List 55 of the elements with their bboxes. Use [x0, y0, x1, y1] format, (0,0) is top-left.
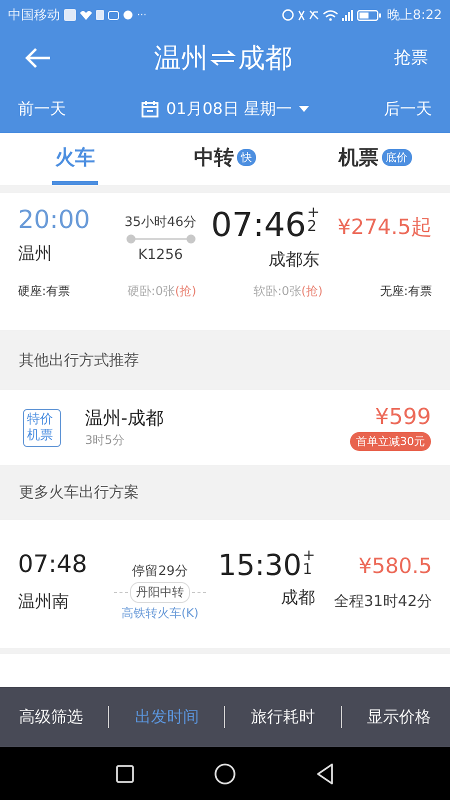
transfer-station-badge: 丹阳中转	[130, 582, 190, 603]
tab[interactable]: 机票 底价	[336, 133, 414, 185]
seat-availability: 软卧:0张(抢)	[254, 283, 323, 300]
app-notification-icon	[96, 10, 104, 20]
route-line-icon	[126, 234, 196, 244]
seat-availability: 无座:有票	[380, 283, 432, 300]
dropdown-icon[interactable]	[298, 106, 309, 112]
seat-availability: 硬座:有票	[18, 283, 70, 300]
flight-duration: 3时5分	[85, 432, 126, 449]
ticket-price: ¥580.5	[358, 554, 432, 578]
arrival-station: 成都	[281, 587, 316, 609]
promo-badge: 首单立减30元	[350, 432, 431, 450]
trip-duration: 35小时46分	[124, 214, 197, 231]
alarm-icon	[282, 9, 294, 21]
flight-route: 温州-成都	[85, 407, 164, 430]
tab[interactable]: 中转 快	[191, 133, 259, 185]
swap-icon[interactable]	[210, 50, 236, 66]
arrival-time: 07:46	[211, 205, 306, 244]
carrier-name: 中国移动	[8, 7, 60, 24]
battery-icon	[356, 10, 381, 20]
section-heading: 更多火车出行方案	[19, 483, 139, 502]
home-icon[interactable]	[214, 762, 236, 784]
special-fare-badge: 特价机票	[23, 408, 61, 446]
transfer-mode: 高铁转火车(K)	[121, 605, 199, 622]
destination-city: 成都	[238, 42, 292, 76]
sort-option[interactable]: 高级筛选	[18, 706, 83, 728]
day-offset: + 1	[302, 548, 316, 576]
departure-time: 20:00	[18, 205, 92, 234]
origin-city: 温州	[154, 42, 208, 76]
sort-option[interactable]: 旅行耗时	[251, 706, 316, 728]
wifi-icon	[322, 10, 338, 20]
signal-icon	[342, 10, 353, 20]
arrival-station: 成都东	[268, 249, 320, 271]
section-heading: 其他出行方式推荐	[19, 350, 139, 370]
departure-station: 温州	[18, 243, 53, 265]
seat-availability: 硬卧:0张(抢)	[127, 283, 196, 300]
total-duration: 全程31时42分	[334, 592, 432, 611]
heart-icon	[80, 10, 92, 20]
status-time: 晚上8:22	[386, 7, 442, 24]
more-notifications: ···	[137, 10, 147, 20]
day-offset: + 2	[307, 205, 320, 233]
back-icon[interactable]	[316, 762, 334, 784]
flight-card[interactable]: 特价机票 温州-成都 3时5分 ¥599 首单立减30元	[0, 390, 450, 465]
app-notification-icon	[64, 9, 76, 21]
ticket-price: ¥274.5起	[338, 214, 432, 241]
flight-price: ¥599	[375, 404, 431, 430]
train-number: K1256	[138, 247, 183, 263]
departure-time: 07:48	[18, 550, 88, 578]
layover-duration: 停留29分	[132, 563, 188, 580]
recent-apps-icon[interactable]	[116, 764, 134, 782]
sort-option[interactable]: 显示价格	[367, 706, 432, 728]
departure-station: 温州南	[18, 591, 70, 613]
message-icon	[108, 10, 119, 20]
calendar-icon	[141, 100, 160, 118]
arrival-time: 15:30	[218, 548, 302, 582]
